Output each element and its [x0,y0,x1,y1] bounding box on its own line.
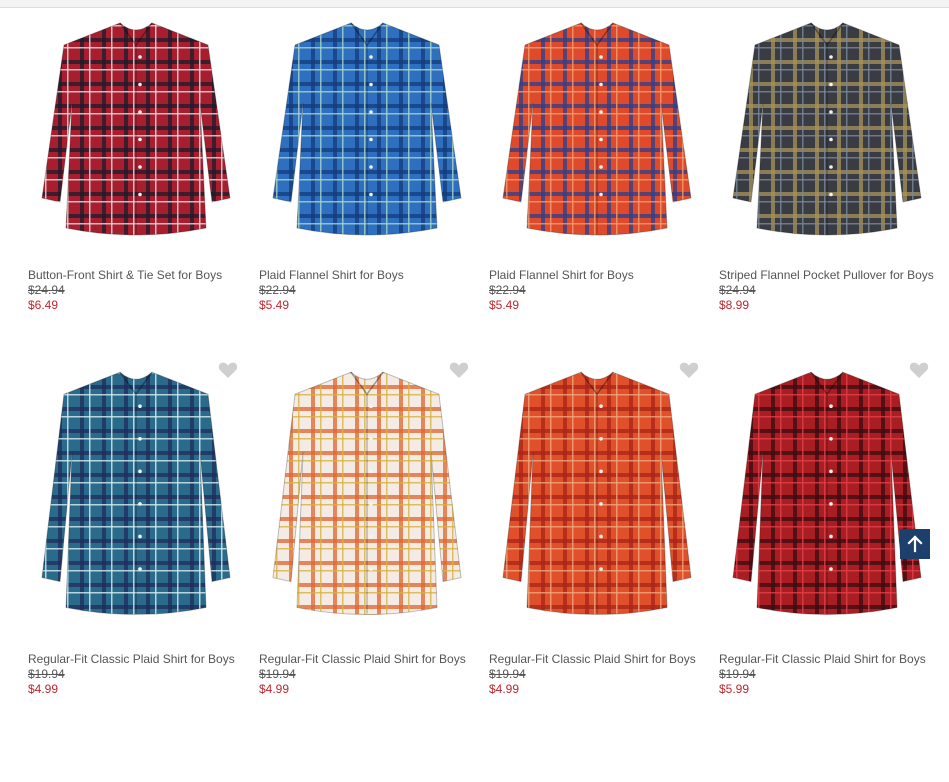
sale-price: $6.49 [28,298,59,312]
heart-icon[interactable] [449,361,469,379]
product-image[interactable] [489,8,705,258]
sale-price: $4.99 [489,682,520,696]
product-card[interactable]: Regular-Fit Classic Plaid Shirt for Boys… [489,355,705,697]
product-image[interactable] [719,355,935,642]
red-gingham-shirt [732,371,922,616]
boy-striped-pullover [732,22,922,236]
boy-white-orange-plaid [272,371,462,616]
arrow-up-icon [907,535,923,553]
sale-price: $5.99 [719,682,750,696]
sale-price: $8.99 [719,298,750,312]
sale-price: $5.49 [489,298,520,312]
sale-price: $4.99 [28,682,59,696]
product-name[interactable]: Plaid Flannel Shirt for Boys [489,268,705,283]
product-name[interactable]: Regular-Fit Classic Plaid Shirt for Boys [719,652,935,667]
product-card[interactable]: Plaid Flannel Shirt for Boys $22.94 $5.4… [489,8,705,313]
boy-red-plaid-flannel [502,22,692,236]
product-card[interactable]: Striped Flannel Pocket Pullover for Boys… [719,8,935,313]
product-name[interactable]: Striped Flannel Pocket Pullover for Boys [719,268,935,283]
original-price: $19.94 [259,667,296,681]
product-name[interactable]: Regular-Fit Classic Plaid Shirt for Boys [489,652,705,667]
blue-plaid-flannel-shirt [272,22,462,236]
teal-plaid-shirt [41,371,231,616]
original-price: $22.94 [489,283,526,297]
product-grid: Button-Front Shirt & Tie Set for Boys $2… [28,8,940,782]
product-name[interactable]: Regular-Fit Classic Plaid Shirt for Boys [259,652,475,667]
product-card[interactable]: Regular-Fit Classic Plaid Shirt for Boys… [259,355,475,697]
sale-price: $4.99 [259,682,290,696]
original-price: $19.94 [28,667,65,681]
product-name[interactable]: Plaid Flannel Shirt for Boys [259,268,475,283]
product-image[interactable] [259,355,475,642]
orange-red-plaid-shirt [502,371,692,616]
original-price: $19.94 [719,667,756,681]
product-card[interactable]: Regular-Fit Classic Plaid Shirt for Boys… [719,355,935,697]
original-price: $19.94 [489,667,526,681]
red-plaid-shirt-with-tie [41,22,231,236]
browser-toolbar-edge [0,0,949,8]
product-card[interactable]: Regular-Fit Classic Plaid Shirt for Boys… [28,355,244,697]
original-price: $22.94 [259,283,296,297]
product-image[interactable] [28,355,244,642]
product-name[interactable]: Button-Front Shirt & Tie Set for Boys [28,268,244,283]
product-name[interactable]: Regular-Fit Classic Plaid Shirt for Boys [28,652,244,667]
heart-icon[interactable] [909,361,929,379]
product-image[interactable] [28,8,244,258]
original-price: $24.94 [719,283,756,297]
product-image[interactable] [489,355,705,642]
product-image[interactable] [719,8,935,258]
heart-icon[interactable] [679,361,699,379]
product-row: Button-Front Shirt & Tie Set for Boys $2… [28,8,940,395]
sale-price: $5.49 [259,298,290,312]
back-to-top-button[interactable] [900,529,930,559]
original-price: $24.94 [28,283,65,297]
heart-icon[interactable] [218,361,238,379]
product-image[interactable] [259,8,475,258]
product-card[interactable]: Plaid Flannel Shirt for Boys $22.94 $5.4… [259,8,475,313]
product-card[interactable]: Button-Front Shirt & Tie Set for Boys $2… [28,8,244,313]
product-row: Regular-Fit Classic Plaid Shirt for Boys… [28,355,940,782]
